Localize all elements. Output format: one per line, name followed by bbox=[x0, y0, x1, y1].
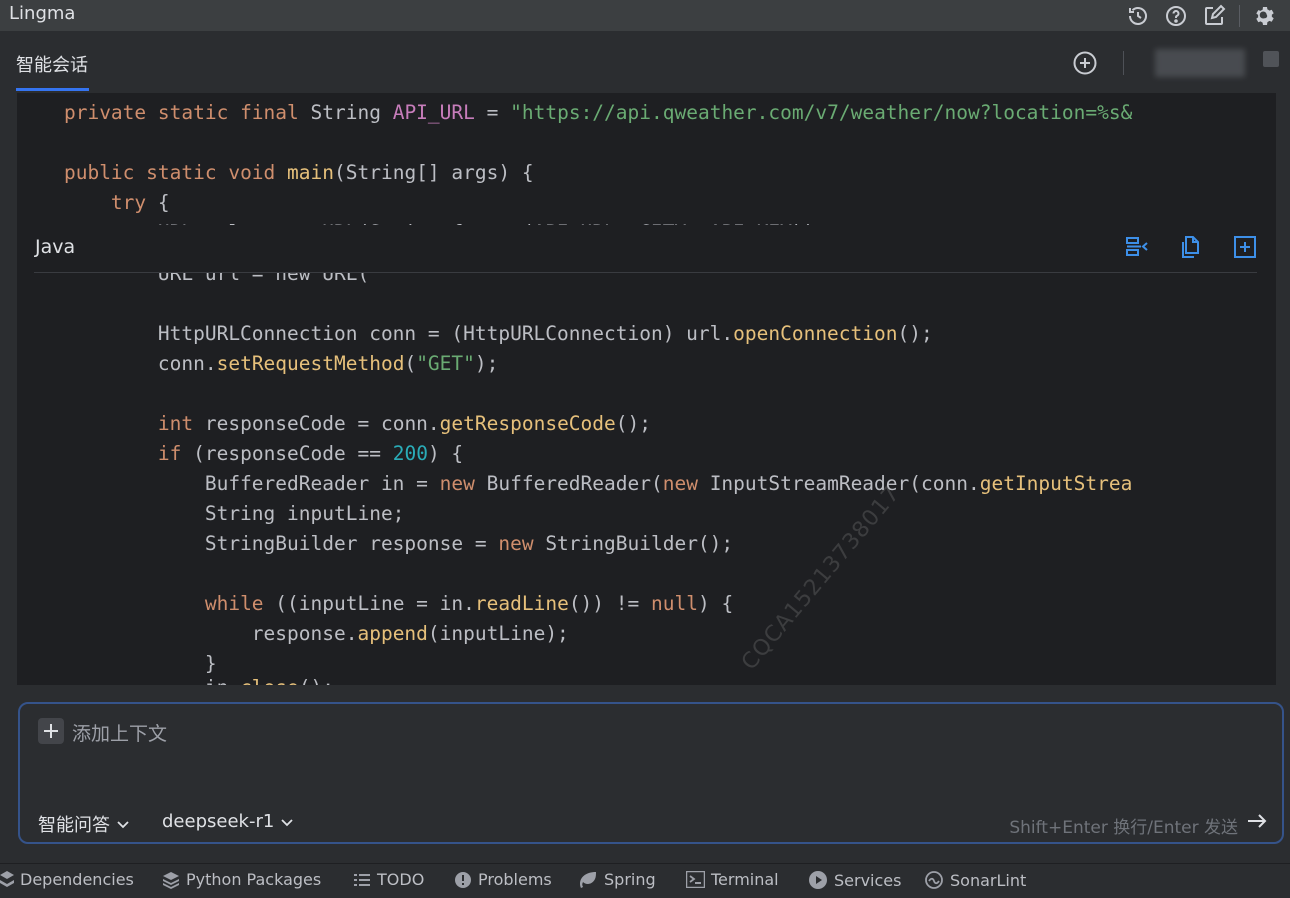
help-icon[interactable] bbox=[1161, 1, 1191, 31]
code-line: response.append(inputLine); bbox=[17, 622, 569, 645]
tool-problems[interactable]: Problems bbox=[454, 870, 552, 889]
tool-dependencies[interactable]: Dependencies bbox=[0, 870, 134, 889]
settings-icon[interactable] bbox=[1250, 1, 1280, 31]
insert-icon[interactable] bbox=[1124, 234, 1150, 260]
edit-icon[interactable] bbox=[1199, 1, 1229, 31]
tool-todo[interactable]: TODO bbox=[353, 870, 424, 889]
sonarlint-icon bbox=[925, 871, 943, 889]
code-line: if (responseCode == 200) { bbox=[157, 442, 464, 465]
dependencies-icon bbox=[0, 870, 14, 887]
code-line: conn.setRequestMethod("GET"); bbox=[17, 352, 499, 375]
app-title: Lingma bbox=[9, 3, 76, 24]
tool-spring[interactable]: Spring bbox=[578, 870, 656, 889]
title-bar-separator bbox=[1239, 4, 1240, 27]
tool-sonarlint[interactable]: SonarLint bbox=[924, 870, 1026, 890]
active-tab-indicator bbox=[16, 88, 89, 91]
mode-label: 智能问答 bbox=[38, 815, 110, 836]
terminal-icon bbox=[686, 871, 705, 888]
title-bar-actions bbox=[1123, 0, 1280, 31]
bottom-tool-bar: Dependencies Python Packages TODO Proble… bbox=[0, 863, 1290, 898]
send-button[interactable] bbox=[1244, 808, 1270, 834]
title-bar: Lingma bbox=[0, 0, 1290, 31]
chat-area[interactable]: private static final String API_URL = "h… bbox=[0, 93, 1290, 685]
model-label: deepseek-r1 bbox=[162, 811, 275, 832]
new-chat-icon[interactable] bbox=[1072, 50, 1098, 76]
tab-bar: 智能会话 bbox=[0, 31, 1290, 94]
scrollbar-track[interactable] bbox=[1276, 93, 1290, 685]
todo-icon bbox=[354, 873, 370, 886]
copy-icon[interactable] bbox=[1178, 234, 1204, 260]
code-body[interactable]: URL url = new URL( HttpURLConnection con… bbox=[17, 273, 1276, 685]
code-line-clipped: in.close(); bbox=[17, 673, 334, 685]
history-icon[interactable] bbox=[1123, 1, 1153, 31]
code-language-label: Java bbox=[35, 236, 76, 258]
chevron-down-icon bbox=[281, 818, 293, 826]
model-dropdown[interactable]: deepseek-r1 bbox=[162, 811, 294, 832]
blurred-avatar bbox=[1155, 49, 1245, 77]
tool-terminal[interactable]: Terminal bbox=[686, 870, 779, 889]
input-area: 添加上下文 智能问答 deepseek-r1 Shift+Enter 换行/En… bbox=[0, 685, 1290, 863]
problems-icon bbox=[455, 871, 471, 888]
code-line: StringBuilder response = new StringBuild… bbox=[17, 532, 734, 555]
code-card: private static final String API_URL = "h… bbox=[17, 93, 1276, 685]
services-icon bbox=[809, 871, 827, 889]
chat-input-box[interactable]: 添加上下文 智能问答 deepseek-r1 Shift+Enter 换行/En… bbox=[18, 702, 1284, 844]
code-line: int responseCode = conn.getResponseCode(… bbox=[157, 412, 652, 435]
mode-dropdown[interactable]: 智能问答 bbox=[38, 811, 130, 837]
code-line-clipped: URL url = new URL( bbox=[17, 273, 370, 285]
code-line: try { bbox=[110, 191, 170, 214]
chevron-down-icon bbox=[117, 821, 129, 829]
code-line: public static void main(String[] args) { bbox=[63, 161, 534, 184]
code-top-section: private static final String API_URL = "h… bbox=[17, 93, 1276, 225]
code-line: HttpURLConnection conn = (HttpURLConnect… bbox=[17, 322, 933, 345]
spring-icon bbox=[580, 871, 596, 888]
add-context-label[interactable]: 添加上下文 bbox=[72, 719, 167, 746]
tool-services[interactable]: Services bbox=[808, 870, 901, 890]
send-hint: Shift+Enter 换行/Enter 发送 bbox=[1009, 818, 1238, 838]
code-block-actions bbox=[1124, 234, 1258, 260]
packages-icon bbox=[163, 871, 179, 889]
tab-separator bbox=[1123, 51, 1124, 75]
tab-smart-chat[interactable]: 智能会话 bbox=[16, 51, 88, 77]
code-line-clipped: URL url = new URL(String.format(API_URL,… bbox=[17, 218, 827, 225]
add-context-button[interactable] bbox=[38, 718, 64, 744]
code-line: private static final String API_URL = "h… bbox=[63, 101, 1133, 124]
new-file-icon[interactable] bbox=[1232, 234, 1258, 260]
code-line: while ((inputLine = in.readLine()) != nu… bbox=[204, 592, 734, 615]
tool-python-packages[interactable]: Python Packages bbox=[162, 870, 321, 889]
api-url-string: "https://api.qweather.com/v7/weather/now… bbox=[510, 101, 1133, 124]
code-line: BufferedReader in = new BufferedReader(n… bbox=[17, 472, 1133, 495]
panel-option-icon[interactable] bbox=[1263, 51, 1279, 67]
code-block-header: Java bbox=[17, 225, 1276, 273]
arrow-right-icon bbox=[1248, 814, 1267, 828]
plus-icon bbox=[44, 724, 58, 738]
code-line: String inputLine; bbox=[17, 502, 405, 525]
